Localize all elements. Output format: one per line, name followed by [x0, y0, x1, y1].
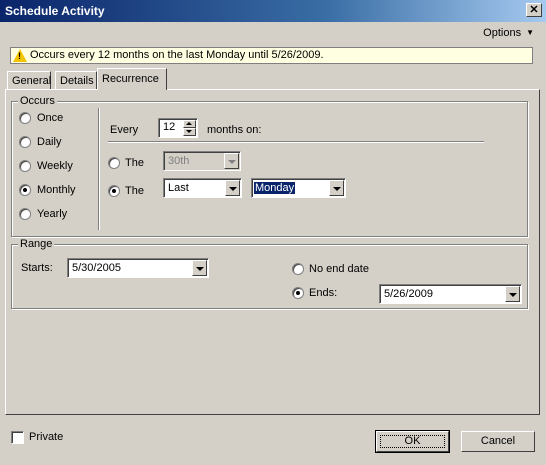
radio-once-circle[interactable] — [19, 112, 31, 124]
ordinal-value: Last — [168, 182, 189, 194]
tab-general-label: General — [12, 75, 52, 87]
cancel-label: Cancel — [480, 435, 516, 447]
months-on-label: months on: — [207, 124, 262, 136]
spin-up-icon[interactable] — [183, 120, 196, 128]
close-icon: ✕ — [529, 4, 539, 16]
window-title: Schedule Activity — [5, 4, 105, 18]
start-date-picker[interactable]: 5/30/2005 — [67, 258, 209, 278]
range-legend: Range — [18, 238, 55, 250]
radio-no-end-date-label: No end date — [309, 263, 369, 275]
info-message: Occurs every 12 months on the last Monda… — [30, 49, 324, 61]
radio-ends-label: Ends: — [309, 287, 338, 299]
end-date-value: 5/26/2009 — [384, 288, 433, 300]
chevron-down-icon[interactable] — [505, 286, 520, 302]
close-button[interactable]: ✕ — [526, 3, 542, 17]
tab-recurrence[interactable]: Recurrence — [97, 68, 167, 90]
day-of-month-select[interactable]: 30th — [163, 151, 241, 171]
radio-the-day-circle[interactable] — [108, 157, 120, 169]
radio-yearly-circle[interactable] — [19, 208, 31, 220]
radio-the-weekday-label: The — [125, 185, 144, 197]
chevron-down-icon: ▼ — [526, 28, 534, 37]
radio-ends-circle[interactable] — [292, 287, 304, 299]
radio-weekly-label: Weekly — [37, 160, 73, 172]
every-label: Every — [110, 124, 139, 136]
chevron-down-icon[interactable] — [329, 180, 344, 196]
chevron-down-icon[interactable] — [192, 260, 207, 276]
radio-monthly-circle[interactable] — [19, 184, 31, 196]
radio-daily-label: Daily — [37, 136, 62, 148]
tab-recurrence-label: Recurrence — [102, 73, 159, 85]
day-of-month-value: 30th — [168, 155, 190, 167]
tab-details[interactable]: Details — [55, 71, 97, 89]
occurs-divider — [98, 108, 100, 230]
radio-monthly-label: Monthly — [37, 184, 76, 196]
weekday-select[interactable]: Monday — [251, 178, 346, 198]
start-date-value: 5/30/2005 — [72, 262, 121, 274]
weekday-value: Monday — [254, 182, 296, 194]
private-checkbox-box[interactable] — [11, 431, 24, 444]
info-bar: Occurs every 12 months on the last Monda… — [10, 47, 533, 64]
radio-no-end-date-circle[interactable] — [292, 263, 304, 275]
radio-daily-circle[interactable] — [19, 136, 31, 148]
tab-details-label: Details — [60, 75, 94, 87]
focus-rect — [380, 435, 445, 448]
every-divider — [108, 141, 484, 143]
warning-icon — [13, 49, 27, 62]
spin-down-icon[interactable] — [183, 128, 196, 136]
options-label: Options — [483, 27, 522, 39]
chevron-down-icon[interactable] — [225, 180, 240, 196]
radio-yearly-label: Yearly — [37, 208, 68, 220]
chevron-down-icon[interactable] — [224, 153, 239, 169]
title-bar: Schedule Activity ✕ — [0, 0, 546, 22]
end-date-picker[interactable]: 5/26/2009 — [379, 284, 522, 304]
radio-the-day-label: The — [125, 157, 144, 169]
radio-weekly-circle[interactable] — [19, 160, 31, 172]
radio-the-weekday-circle[interactable] — [108, 185, 120, 197]
starts-label: Starts: — [21, 262, 53, 274]
occurs-group — [11, 101, 528, 237]
ordinal-select[interactable]: Last — [163, 178, 242, 198]
cancel-button[interactable]: Cancel — [461, 431, 535, 452]
every-months-value: 12 — [163, 121, 176, 133]
occurs-legend: Occurs — [18, 95, 57, 107]
ok-button[interactable]: OK — [375, 430, 450, 453]
every-months-stepper[interactable]: 12 — [158, 118, 198, 138]
radio-once-label: Once — [37, 112, 64, 124]
private-label: Private — [29, 431, 64, 443]
options-menu-button[interactable]: Options ▼ — [483, 27, 534, 39]
tab-general[interactable]: General — [7, 71, 51, 89]
